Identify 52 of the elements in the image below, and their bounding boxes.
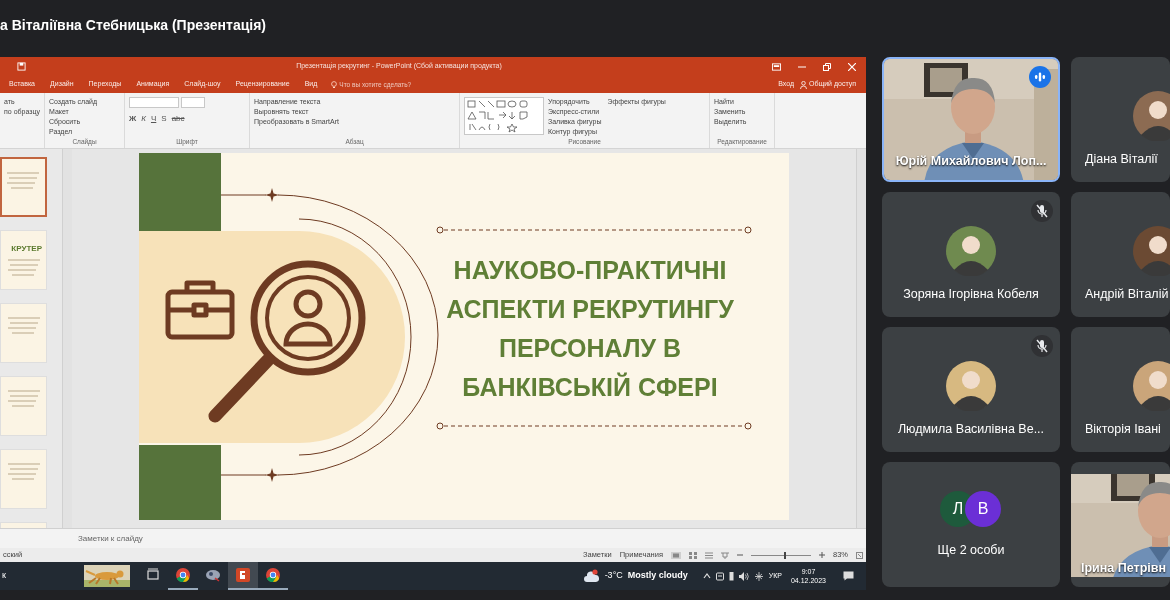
search-field[interactable]: к <box>0 569 84 583</box>
speaker-icon[interactable] <box>738 571 749 581</box>
fit-slide-icon[interactable] <box>856 551 863 559</box>
browser-icon <box>265 566 281 584</box>
slide-sorter-icon[interactable] <box>689 551 697 559</box>
avatar <box>946 361 996 411</box>
speaking-indicator-icon <box>1029 66 1051 88</box>
participant-name: Діана Віталії <box>1085 151 1158 169</box>
shapes-gallery[interactable] <box>464 97 544 135</box>
normal-view-icon[interactable] <box>671 551 681 559</box>
slide-thumbnail[interactable]: КРУТЕР <box>0 230 47 290</box>
person-icon <box>799 80 807 89</box>
chevron-up-icon[interactable] <box>702 573 711 579</box>
weather-cloud-icon[interactable] <box>583 569 600 583</box>
participant-name: Вікторія Івані <box>1085 421 1161 439</box>
font-size-field[interactable] <box>181 97 205 108</box>
slide-title: НАУКОВО-ПРАКТИЧНІ АСПЕКТИ РЕКРУТИНГУ ПЕРСОНАЛУ В БАНКІВСЬКІЙ СФЕРІ <box>445 255 735 403</box>
more-participants-label: Ще 2 особи <box>936 542 1006 559</box>
ribbon-display-icon[interactable] <box>772 62 781 71</box>
presentation-app-icon <box>235 566 251 584</box>
notes-field[interactable]: Заметки к слайду <box>78 532 143 545</box>
restore-icon[interactable] <box>823 62 831 71</box>
close-icon[interactable] <box>848 62 856 71</box>
weather-label: Mostly cloudy <box>627 569 688 583</box>
format-button[interactable]: Ж <box>129 113 137 125</box>
browser-icon <box>175 566 191 584</box>
participant-name: Зоряна Ігорівна Кобеля <box>902 286 1040 304</box>
participant-name: Людмила Василівна Ве... <box>896 421 1046 439</box>
scrollbar[interactable] <box>62 149 72 528</box>
zoom-slider[interactable] <box>751 551 811 559</box>
save-icon[interactable] <box>17 62 26 71</box>
scrollbar[interactable] <box>856 149 866 528</box>
format-button[interactable]: abc <box>171 113 185 125</box>
slide-thumbnail[interactable] <box>0 157 47 217</box>
participant-name: Юрій Михайлович Лоп... <box>894 153 1048 171</box>
avatar <box>946 226 996 276</box>
taskbar-button[interactable] <box>228 562 258 590</box>
participant-name: Андрій Віталій <box>1085 286 1169 304</box>
participant-name: Ірина Петрівн <box>1081 560 1166 578</box>
zoom-in-icon[interactable] <box>819 552 825 558</box>
format-button[interactable]: К <box>141 113 146 125</box>
format-button[interactable]: Ч <box>150 113 157 125</box>
lightbulb-icon <box>331 80 338 89</box>
format-button[interactable]: S <box>161 113 167 125</box>
notification-icon[interactable] <box>843 571 854 581</box>
presentation-title: а Віталіївна Стебницька (Презентація) <box>0 16 266 35</box>
reading-view-icon[interactable] <box>705 551 713 559</box>
font-name-field[interactable] <box>129 97 179 108</box>
temperature-label: -3°C <box>604 569 623 583</box>
initial-avatar: В <box>965 491 1001 527</box>
battery-icon[interactable] <box>728 571 734 581</box>
briefcase-icon <box>165 278 235 340</box>
